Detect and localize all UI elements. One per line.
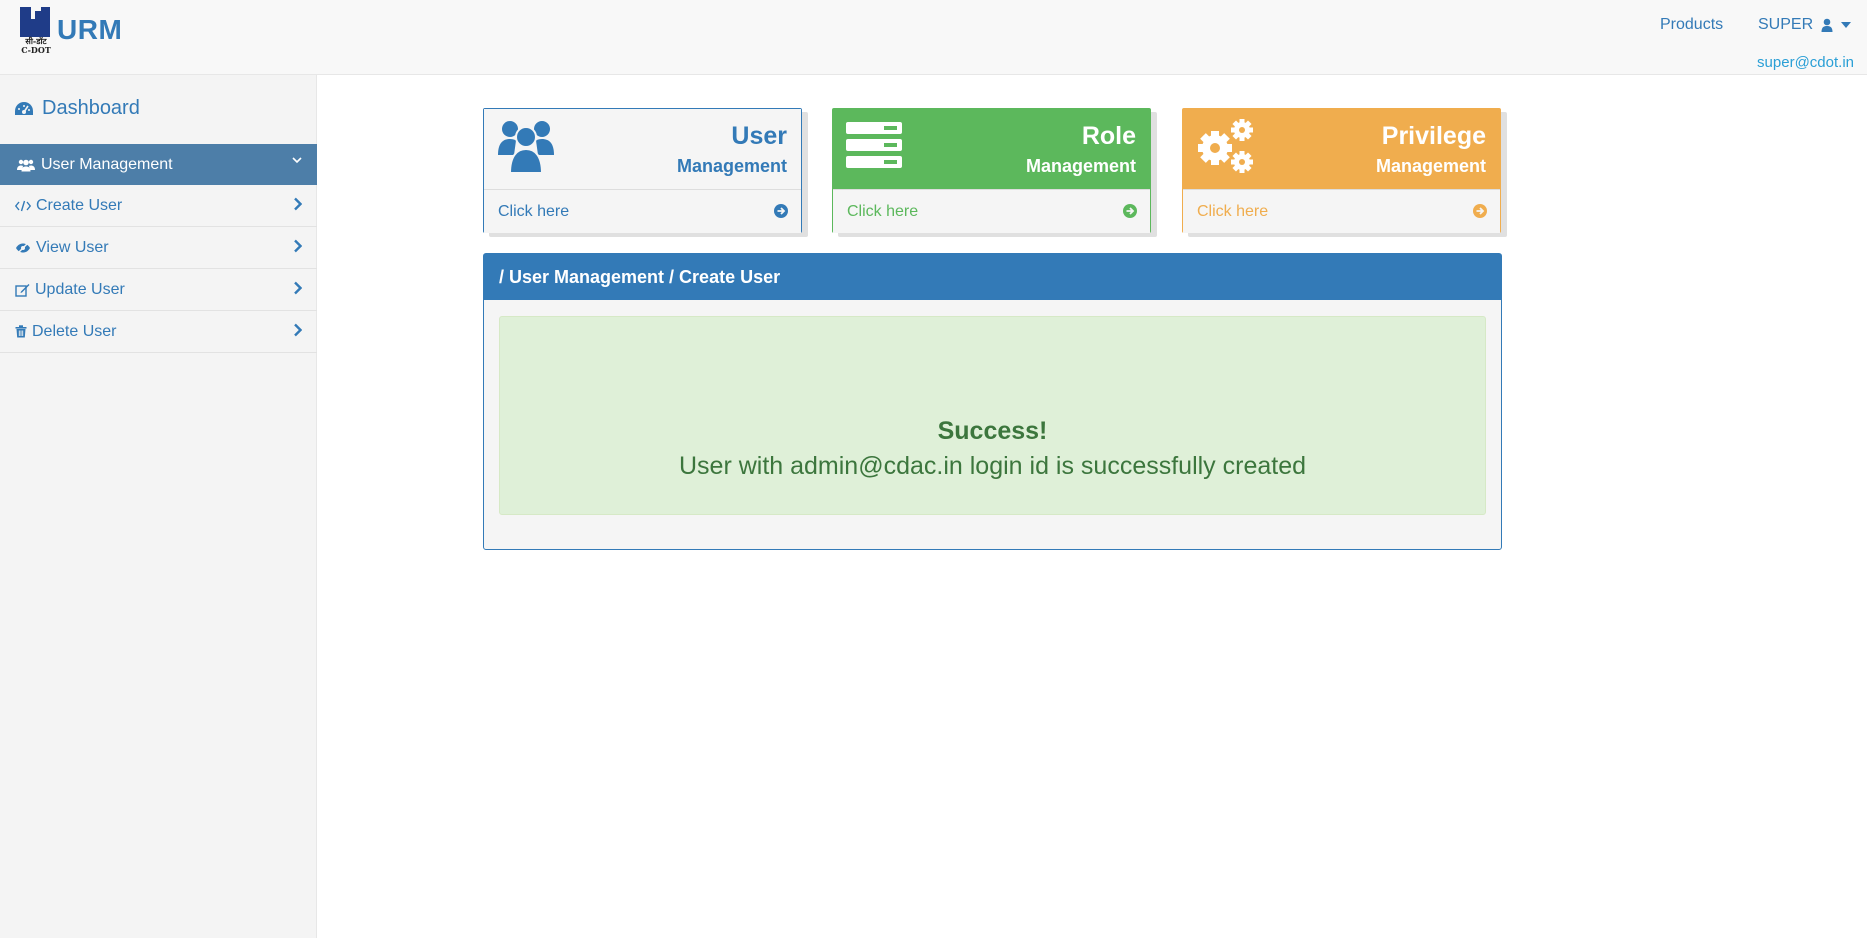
user-name: SUPER	[1758, 16, 1814, 33]
card-subtitle: Management	[676, 156, 787, 176]
card-title: Role	[1081, 122, 1136, 150]
chevron-right-icon	[294, 281, 302, 295]
privilege-management-link[interactable]: Click here	[1183, 189, 1500, 233]
arrow-circle-right-icon	[1473, 204, 1487, 218]
card-link-label: Click here	[847, 202, 919, 220]
chevron-right-icon	[294, 197, 302, 211]
sidebar-item-label: Delete User	[32, 322, 117, 340]
sidebar-section-label: User Management	[41, 155, 173, 173]
arrow-circle-right-icon	[774, 204, 788, 218]
user-icon	[1821, 18, 1833, 32]
users-icon	[498, 121, 554, 173]
chevron-right-icon	[294, 239, 302, 253]
sidebar-item-label: View User	[36, 238, 109, 256]
sidebar-item-label: Create User	[36, 196, 123, 214]
card-title: Privilege	[1381, 122, 1486, 150]
card-link-label: Click here	[498, 202, 570, 220]
sidebar-item-dashboard[interactable]: Dashboard	[14, 97, 140, 120]
code-icon	[15, 200, 31, 211]
chevron-down-icon	[292, 157, 302, 164]
sidebar-item-label: Update User	[35, 280, 125, 298]
card-link-label: Click here	[1197, 202, 1269, 220]
products-link[interactable]: Products	[1660, 16, 1723, 34]
user-management-card: User Management Click here	[483, 108, 802, 233]
card-title: User	[731, 122, 787, 150]
privilege-management-card: Privilege Management Click here	[1182, 108, 1501, 233]
alert-title: Success!	[937, 417, 1048, 445]
success-alert: Success! User with admin@cdac.in login i…	[499, 316, 1486, 515]
card-subtitle: Management	[1375, 156, 1486, 176]
app-name[interactable]: URM	[57, 14, 122, 46]
arrow-circle-right-icon	[1123, 204, 1137, 218]
sidebar-item-update-user[interactable]: Update User	[0, 269, 317, 311]
user-management-link[interactable]: Click here	[484, 189, 801, 233]
top-navbar: सी-डॉट C-DOT URM Products SUPER super@cdo…	[0, 0, 1867, 75]
gears-icon	[1198, 119, 1253, 173]
caret-down-icon	[1841, 22, 1852, 28]
brand[interactable]: सी-डॉट C-DOT URM	[19, 7, 122, 57]
trash-icon	[15, 325, 27, 338]
sidebar-item-create-user[interactable]: Create User	[0, 185, 317, 227]
sidebar-section-user-management[interactable]: User Management	[0, 144, 317, 185]
sidebar-item-label: Dashboard	[42, 97, 140, 119]
alert-message: User with admin@cdac.in login id is succ…	[678, 452, 1307, 480]
role-management-card: Role Management Click here	[832, 108, 1151, 233]
edit-icon	[15, 283, 30, 297]
role-management-link[interactable]: Click here	[833, 189, 1150, 233]
users-icon	[17, 159, 35, 171]
sidebar-item-view-user[interactable]: View User	[0, 227, 317, 269]
chevron-right-icon	[294, 323, 302, 337]
dashboard-icon	[15, 101, 33, 115]
sidebar-item-delete-user[interactable]: Delete User	[0, 311, 317, 353]
cdot-logo: सी-डॉट C-DOT	[19, 7, 53, 57]
user-email: super@cdot.in	[1757, 54, 1854, 71]
card-subtitle: Management	[1025, 156, 1136, 176]
server-icon	[846, 122, 902, 168]
eye-slash-icon	[16, 241, 30, 254]
user-menu[interactable]: SUPER	[1758, 16, 1852, 34]
content-panel: / User Management / Create User Success!…	[483, 253, 1502, 550]
breadcrumb: / User Management / Create User	[484, 254, 1501, 300]
sidebar: Dashboard User Management Create User Vi…	[0, 75, 317, 938]
